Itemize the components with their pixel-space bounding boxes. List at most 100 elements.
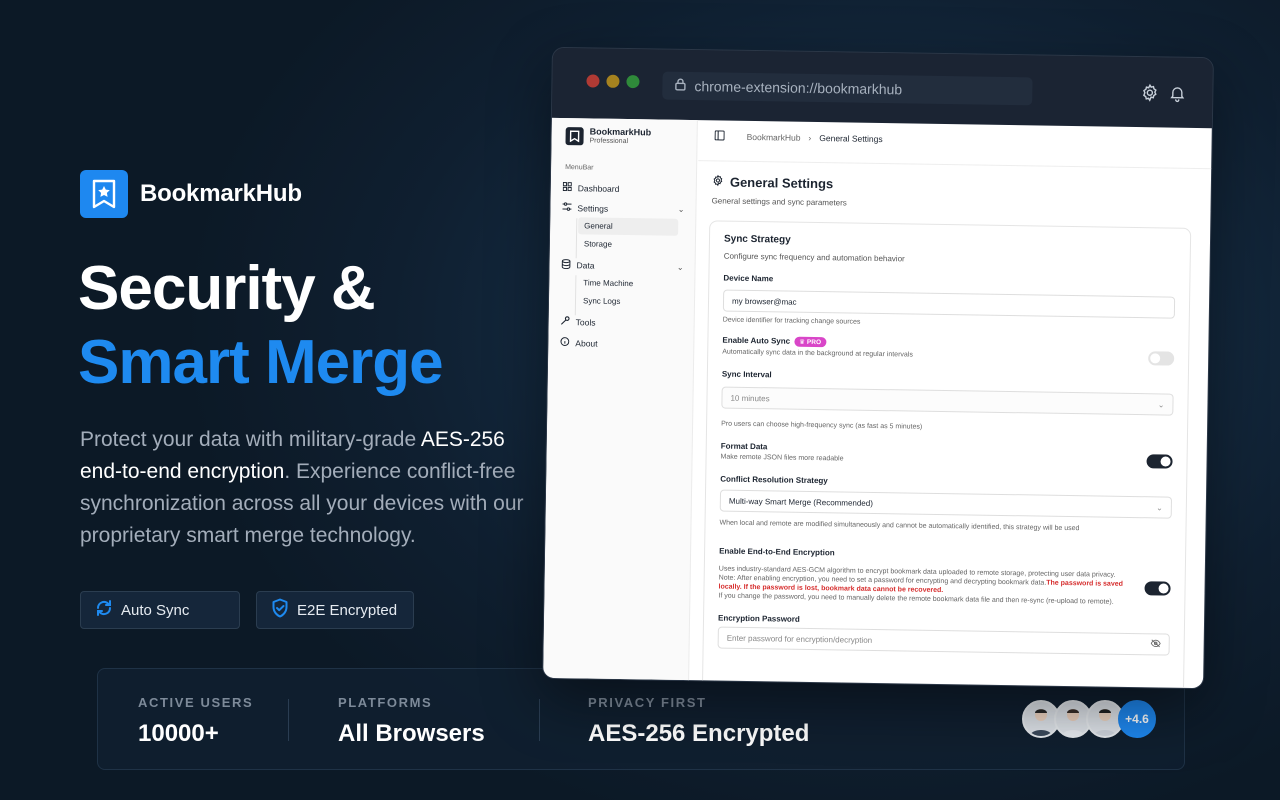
stat-value: All Browsers: [338, 720, 485, 747]
stat-divider: [288, 699, 289, 741]
e2e-hint-3: If you change the password, you need to …: [718, 592, 1114, 606]
sidebar-item-settings[interactable]: Settings ⌄: [562, 202, 685, 215]
breadcrumb-current: General Settings: [819, 133, 883, 145]
sync-icon: [95, 599, 113, 621]
header-divider: [698, 160, 1214, 170]
browser-titlebar: chrome-extension://bookmarkhub: [551, 47, 1213, 129]
breadcrumb: BookmarkHub › General Settings: [714, 130, 883, 145]
sidebar-item-sync-logs[interactable]: Sync Logs: [577, 292, 677, 311]
e2e-hint: Uses industry-standard AES-GCM algorithm…: [718, 565, 1139, 608]
sidebar-item-label: Data: [576, 260, 595, 271]
hero-title-line2: Smart Merge: [78, 328, 444, 397]
sidebar-item-storage[interactable]: Storage: [578, 235, 678, 254]
sidebar-item-data[interactable]: Data ⌄: [561, 259, 684, 273]
info-icon: [560, 337, 570, 348]
sidebar-section-label: MenuBar: [565, 164, 594, 172]
conflict-strategy-value: Multi-way Smart Merge (Recommended): [728, 496, 873, 508]
card-title: Sync Strategy: [723, 233, 791, 246]
page-title-text: General Settings: [729, 174, 834, 192]
database-icon: [561, 259, 571, 271]
rating-badge: +4.6: [1118, 700, 1156, 738]
minimize-window-button[interactable]: [606, 74, 620, 88]
brand-name: BookmarkHub: [140, 180, 302, 207]
feature-pill-e2e: E2E Encrypted: [256, 591, 414, 629]
auto-sync-label: Enable Auto Sync ♛ PRO: [722, 335, 827, 348]
sidebar: BookmarkHub Professional MenuBar Dashboa…: [543, 117, 698, 683]
hero-description: Protect your data with military-grade AE…: [80, 424, 530, 552]
sidebar-item-time-machine[interactable]: Time Machine: [577, 274, 677, 293]
gear-icon[interactable]: [1140, 83, 1159, 107]
e2e-label: Enable End-to-End Encryption: [719, 546, 835, 558]
card-subtitle: Configure sync frequency and automation …: [723, 251, 905, 264]
feature-pill-auto-sync: Auto Sync: [80, 591, 240, 629]
sync-interval-select[interactable]: 10 minutes ⌄: [721, 386, 1174, 416]
sidebar-item-label: Settings: [577, 202, 609, 214]
conflict-strategy-select[interactable]: Multi-way Smart Merge (Recommended) ⌄: [719, 489, 1173, 519]
stat-label: PLATFORMS: [338, 695, 433, 710]
stat-label: PRIVACY FIRST: [588, 695, 707, 710]
device-name-label: Device Name: [723, 273, 774, 284]
auto-sync-hint: Automatically sync data in the backgroun…: [722, 348, 913, 359]
chevron-down-icon: ⌄: [1156, 502, 1163, 512]
sync-interval-hint: Pro users can choose high-frequency sync…: [721, 420, 923, 431]
sidebar-item-general[interactable]: General: [578, 217, 679, 236]
password-input[interactable]: Enter password for encryption/decryption: [717, 626, 1170, 656]
bell-icon[interactable]: [1168, 84, 1186, 108]
breadcrumb-root[interactable]: BookmarkHub: [747, 132, 801, 143]
maximize-window-button[interactable]: [626, 75, 640, 89]
eye-off-icon[interactable]: [1150, 639, 1161, 649]
e2e-toggle[interactable]: [1144, 581, 1171, 596]
conflict-strategy-label: Conflict Resolution Strategy: [720, 474, 828, 486]
main-content: BookmarkHub › General Settings General S…: [690, 120, 1214, 690]
stat-divider: [539, 699, 540, 741]
grid-icon: [562, 182, 572, 193]
sidebar-toggle-icon[interactable]: [714, 130, 725, 142]
password-placeholder: Enter password for encryption/decryption: [726, 633, 873, 645]
page-subtitle: General settings and sync parameters: [711, 196, 847, 208]
wrench-icon: [561, 316, 570, 327]
pro-badge-text: PRO: [806, 338, 822, 346]
bookmark-star-icon: [80, 170, 128, 218]
sidebar-item-label: Tools: [575, 316, 596, 328]
hero-title-line1: Security &: [78, 254, 376, 323]
format-data-toggle[interactable]: [1146, 454, 1173, 469]
close-window-button[interactable]: [586, 74, 600, 88]
crown-icon: ♛: [799, 338, 805, 346]
stat-privacy: PRIVACY FIRST AES-256 Encrypted: [588, 695, 809, 748]
page-title: General Settings: [712, 174, 834, 192]
stat-value: 10000+: [138, 720, 219, 747]
hero-title: Security & Smart Merge: [78, 252, 444, 400]
chevron-down-icon: ⌄: [677, 204, 685, 214]
auto-sync-toggle[interactable]: [1148, 351, 1175, 366]
sidebar-item-about[interactable]: About: [560, 337, 682, 350]
hero-desc-part1: Protect your data with military-grade: [80, 428, 421, 451]
gear-icon: [712, 174, 724, 189]
sidebar-item-dashboard[interactable]: Dashboard: [562, 182, 685, 195]
auto-sync-label-text: Enable Auto Sync: [722, 335, 791, 346]
shield-check-icon: [271, 598, 289, 622]
lock-icon: [674, 78, 686, 94]
sync-strategy-card: Sync Strategy Configure sync frequency a…: [701, 220, 1192, 690]
stat-platforms: PLATFORMS All Browsers: [338, 695, 485, 748]
sidebar-brand-sub: Professional: [589, 137, 629, 146]
chevron-down-icon: ⌄: [1157, 399, 1165, 410]
sliders-icon: [562, 202, 572, 213]
browser-window: chrome-extension://bookmarkhub BookmarkH…: [542, 46, 1214, 690]
chevron-right-icon: ›: [808, 132, 812, 143]
bookmark-icon: [565, 126, 584, 145]
sidebar-item-label: About: [575, 337, 598, 349]
extension-app: BookmarkHub Professional MenuBar Dashboa…: [543, 117, 1214, 690]
sidebar-item-tools[interactable]: Tools: [561, 316, 683, 329]
sidebar-brand: BookmarkHub Professional: [565, 126, 651, 146]
stat-active-users: ACTIVE USERS 10000+: [138, 695, 253, 748]
device-name-value: my browser@mac: [731, 296, 797, 307]
stat-label: ACTIVE USERS: [138, 695, 254, 710]
feature-label: Auto Sync: [121, 601, 190, 619]
user-avatars: +4.6: [1022, 700, 1156, 738]
conflict-strategy-hint: When local and remote are modified simul…: [719, 519, 1080, 533]
device-name-input[interactable]: my browser@mac: [722, 289, 1176, 319]
feature-label: E2E Encrypted: [297, 601, 398, 619]
format-data-hint: Make remote JSON files more readable: [720, 453, 844, 463]
brand: BookmarkHub: [80, 170, 302, 218]
address-bar[interactable]: chrome-extension://bookmarkhub: [662, 71, 1033, 106]
